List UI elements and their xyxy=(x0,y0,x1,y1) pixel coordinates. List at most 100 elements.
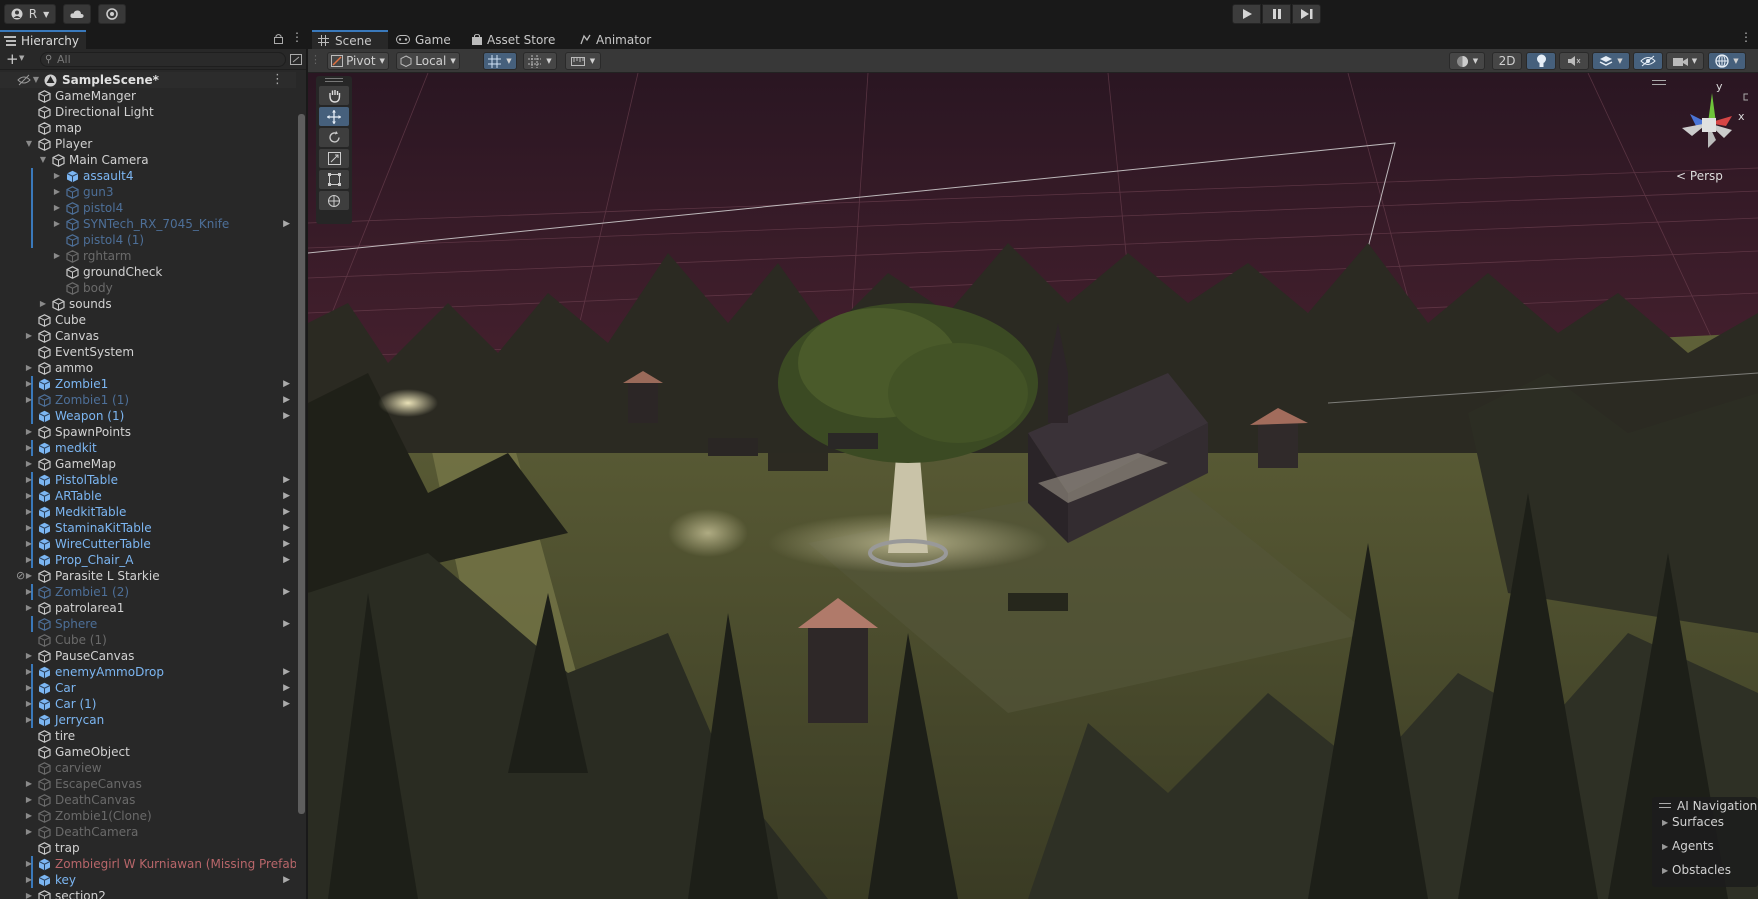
hierarchy-row[interactable]: ▶ DeathCanvas xyxy=(0,792,296,808)
projection-toggle[interactable]: < Persp xyxy=(1676,169,1723,183)
hierarchy-row[interactable]: ▶ section2 xyxy=(0,888,296,899)
hierarchy-row[interactable]: ▶ GameMap xyxy=(0,456,296,472)
hierarchy-row[interactable]: ▶ gun3 xyxy=(0,184,296,200)
expand-arrow-icon[interactable]: ▶ xyxy=(52,168,62,184)
expand-arrow-icon[interactable]: ▶ xyxy=(24,696,34,712)
tab-game[interactable]: Game xyxy=(396,30,460,49)
toggle-2d-button[interactable]: 2D xyxy=(1492,52,1522,70)
chevron-right-icon[interactable]: ▶ xyxy=(283,536,290,552)
hierarchy-row[interactable]: ▶ MedkitTable ▶ xyxy=(0,504,296,520)
chevron-right-icon[interactable]: ▶ xyxy=(283,472,290,488)
hierarchy-row[interactable]: ▶ Zombie1 (2) ▶ xyxy=(0,584,296,600)
expand-arrow-icon[interactable]: ▶ xyxy=(24,552,34,568)
increment-snap-button[interactable]: ▼ xyxy=(565,52,601,70)
hierarchy-row[interactable]: Cube xyxy=(0,312,296,328)
hand-tool-button[interactable] xyxy=(319,86,349,105)
expand-arrow-icon[interactable]: ▶ xyxy=(24,568,34,584)
hierarchy-row[interactable]: GameManger xyxy=(0,88,296,104)
lock-icon[interactable] xyxy=(274,33,283,44)
expand-arrow-icon[interactable]: ▶ xyxy=(24,888,34,899)
scene-viewport[interactable] xyxy=(308,73,1758,899)
transform-tool-button[interactable] xyxy=(319,191,349,210)
hierarchy-row[interactable]: ▶ rghtarm xyxy=(0,248,296,264)
hierarchy-row[interactable]: EventSystem xyxy=(0,344,296,360)
expand-arrow-icon[interactable]: ▶ xyxy=(24,328,34,344)
chevron-right-icon[interactable]: ▶ xyxy=(283,504,290,520)
expand-arrow-icon[interactable]: ▶ xyxy=(24,360,34,376)
draw-mode-dropdown[interactable]: ▼ xyxy=(1449,52,1485,70)
chevron-right-icon[interactable]: ▶ xyxy=(1662,866,1668,875)
hierarchy-row[interactable]: tire xyxy=(0,728,296,744)
search-input[interactable]: ⚲ All xyxy=(40,52,286,67)
hierarchy-row[interactable]: ▶ Zombie1 ▶ xyxy=(0,376,296,392)
expand-arrow-icon[interactable]: ▶ xyxy=(24,440,34,456)
hierarchy-row[interactable]: ▶ SpawnPoints xyxy=(0,424,296,440)
hierarchy-row[interactable]: GameObject xyxy=(0,744,296,760)
tab-scene[interactable]: Scene xyxy=(312,30,388,49)
lighting-toggle[interactable] xyxy=(1526,52,1556,70)
pause-button[interactable] xyxy=(1262,4,1291,24)
chevron-right-icon[interactable]: ▶ xyxy=(283,392,290,408)
chevron-right-icon[interactable]: ▶ xyxy=(283,696,290,712)
hierarchy-row[interactable]: ▶ Car (1) ▶ xyxy=(0,696,296,712)
play-button[interactable] xyxy=(1232,4,1261,24)
hierarchy-row[interactable]: ▼ Main Camera xyxy=(0,152,296,168)
drag-handle-icon[interactable]: ⋮ xyxy=(310,53,321,66)
hierarchy-row[interactable]: ▶ StaminaKitTable ▶ xyxy=(0,520,296,536)
ai-nav-obstacles[interactable]: Obstacles xyxy=(1672,863,1731,877)
ai-nav-agents[interactable]: Agents xyxy=(1672,839,1714,853)
expand-arrow-icon[interactable]: ▶ xyxy=(52,184,62,200)
hierarchy-row[interactable]: Sphere ▶ xyxy=(0,616,296,632)
settings-button[interactable] xyxy=(98,4,126,24)
chevron-right-icon[interactable]: ▶ xyxy=(283,872,290,888)
hierarchy-row[interactable]: ▶ patrolarea1 xyxy=(0,600,296,616)
hierarchy-row[interactable]: body xyxy=(0,280,296,296)
expand-arrow-icon[interactable]: ▶ xyxy=(24,376,34,392)
expand-arrow-icon[interactable]: ▶ xyxy=(52,216,62,232)
gizmos-dropdown[interactable]: ▼ xyxy=(1708,52,1746,70)
chevron-right-icon[interactable]: ▶ xyxy=(283,216,290,232)
hierarchy-scrollbar[interactable] xyxy=(296,70,306,899)
scene-filter-icon[interactable] xyxy=(290,54,302,65)
hierarchy-row[interactable]: ▶ Prop_Chair_A ▶ xyxy=(0,552,296,568)
chevron-right-icon[interactable]: ▶ xyxy=(283,680,290,696)
tab-animator[interactable]: Animator xyxy=(580,30,660,49)
expand-arrow-icon[interactable]: ▶ xyxy=(24,808,34,824)
hierarchy-row[interactable]: ▶ ARTable ▶ xyxy=(0,488,296,504)
kebab-menu-icon[interactable]: ⋮ xyxy=(1740,30,1752,44)
tab-hierarchy[interactable]: Hierarchy xyxy=(0,30,86,49)
chevron-down-icon[interactable]: ▼ xyxy=(19,54,24,62)
orientation-gizmo[interactable]: y x xyxy=(1668,78,1750,168)
hierarchy-row[interactable]: ▶ Zombie1 (1) ▶ xyxy=(0,392,296,408)
collapse-arrow-icon[interactable]: ▼ xyxy=(38,152,48,168)
hierarchy-row[interactable]: ▶ DeathCamera xyxy=(0,824,296,840)
chevron-right-icon[interactable]: ▶ xyxy=(283,584,290,600)
expand-arrow-icon[interactable]: ▶ xyxy=(24,872,34,888)
tab-asset-store[interactable]: Asset Store xyxy=(472,30,570,49)
hierarchy-row[interactable]: carview xyxy=(0,760,296,776)
expand-arrow-icon[interactable]: ▶ xyxy=(24,392,34,408)
local-dropdown[interactable]: Local ▼ xyxy=(396,52,460,70)
kebab-menu-icon[interactable]: ⋮ xyxy=(291,30,303,44)
chevron-right-icon[interactable]: ▶ xyxy=(283,664,290,680)
hierarchy-row[interactable]: Directional Light xyxy=(0,104,296,120)
drag-handle-icon[interactable] xyxy=(325,78,343,82)
audio-toggle[interactable] xyxy=(1559,52,1589,70)
hierarchy-row[interactable]: ▶ PistolTable ▶ xyxy=(0,472,296,488)
expand-arrow-icon[interactable]: ▶ xyxy=(24,536,34,552)
hierarchy-row[interactable]: trap xyxy=(0,840,296,856)
hierarchy-row[interactable]: pistol4 (1) xyxy=(0,232,296,248)
chevron-right-icon[interactable]: ▶ xyxy=(283,616,290,632)
expand-arrow-icon[interactable]: ▶ xyxy=(24,856,34,872)
expand-arrow-icon[interactable]: ▶ xyxy=(24,520,34,536)
chevron-right-icon[interactable]: ▶ xyxy=(1662,842,1668,851)
hierarchy-row[interactable]: ▼ Player xyxy=(0,136,296,152)
hierarchy-row[interactable]: Cube (1) xyxy=(0,632,296,648)
hierarchy-row[interactable]: ⊘ ▶ Parasite L Starkie xyxy=(0,568,296,584)
pivot-dropdown[interactable]: Pivot ▼ xyxy=(327,52,389,70)
expand-arrow-icon[interactable]: ▶ xyxy=(24,824,34,840)
hierarchy-row[interactable]: ▶ assault4 xyxy=(0,168,296,184)
hierarchy-row[interactable]: ▶ medkit xyxy=(0,440,296,456)
hierarchy-row[interactable]: ▶ sounds xyxy=(0,296,296,312)
scale-tool-button[interactable] xyxy=(319,149,349,168)
